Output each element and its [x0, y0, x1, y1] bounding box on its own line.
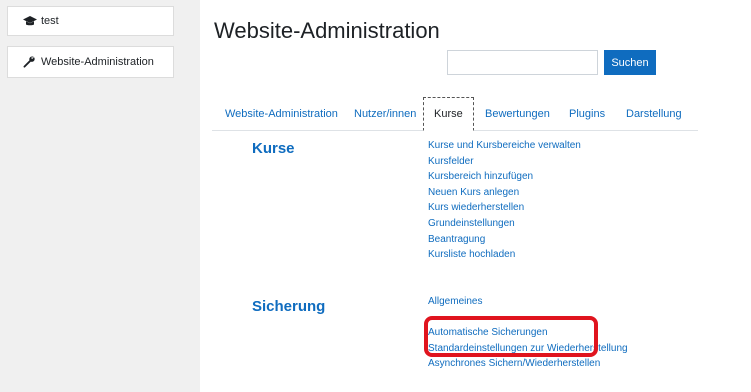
- list-item: Kursbereich hinzufügen: [428, 169, 581, 185]
- link-kursbereich-hinzufuegen[interactable]: Kursbereich hinzufügen: [428, 171, 533, 182]
- link-standardeinstellungen-wiederherstellung[interactable]: Standardeinstellungen zur Wiederherstell…: [428, 343, 628, 354]
- kurse-link-list: Kurse und Kursbereiche verwalten Kursfel…: [428, 138, 581, 263]
- sidebar-item-label: test: [41, 15, 59, 27]
- list-item: Standardeinstellungen zur Wiederherstell…: [428, 341, 628, 357]
- sicherung-link-list: Allgemeines: [428, 294, 482, 310]
- search-button[interactable]: Suchen: [604, 50, 656, 75]
- tab-nutzer-innen[interactable]: Nutzer/innen: [354, 97, 416, 130]
- tab-kurse[interactable]: Kurse: [423, 97, 474, 131]
- list-item: Automatische Sicherungen: [428, 325, 628, 341]
- link-kursfelder[interactable]: Kursfelder: [428, 156, 474, 167]
- search-input[interactable]: [447, 50, 598, 75]
- sicherung-link-list-continued: Automatische Sicherungen Standardeinstel…: [428, 325, 628, 372]
- link-kurse-verwalten[interactable]: Kurse und Kursbereiche verwalten: [428, 140, 581, 151]
- admin-tabs: Website-Administration Nutzer/innen Kurs…: [212, 97, 751, 131]
- page-title: Website-Administration: [214, 18, 440, 43]
- sidebar-item-label: Website-Administration: [41, 56, 154, 68]
- tab-plugins[interactable]: Plugins: [569, 97, 605, 130]
- list-item: Kursfelder: [428, 154, 581, 170]
- link-automatische-sicherungen[interactable]: Automatische Sicherungen: [428, 327, 548, 338]
- list-item: Allgemeines: [428, 294, 482, 310]
- sidebar: test Website-Administration: [0, 0, 200, 392]
- list-item: Grundeinstellungen: [428, 216, 581, 232]
- link-allgemeines[interactable]: Allgemeines: [428, 296, 482, 307]
- list-item: Kurs wiederherstellen: [428, 200, 581, 216]
- tab-darstellung[interactable]: Darstellung: [626, 97, 682, 130]
- section-title-kurse: Kurse: [252, 140, 295, 157]
- section-title-sicherung: Sicherung: [252, 298, 326, 315]
- link-neuen-kurs-anlegen[interactable]: Neuen Kurs anlegen: [428, 187, 519, 198]
- tab-website-administration[interactable]: Website-Administration: [225, 97, 338, 130]
- main-content: Website-Administration Suchen Website-Ad…: [200, 0, 751, 392]
- list-item: Neuen Kurs anlegen: [428, 185, 581, 201]
- graduation-cap-icon: [23, 15, 37, 27]
- tab-bewertungen[interactable]: Bewertungen: [485, 97, 550, 130]
- list-item: Kurse und Kursbereiche verwalten: [428, 138, 581, 154]
- wrench-icon: [23, 56, 37, 68]
- link-kursliste-hochladen[interactable]: Kursliste hochladen: [428, 249, 515, 260]
- sidebar-item-website-administration[interactable]: Website-Administration: [7, 46, 174, 78]
- sidebar-item-test[interactable]: test: [7, 6, 174, 36]
- link-grundeinstellungen[interactable]: Grundeinstellungen: [428, 218, 515, 229]
- list-item: Kursliste hochladen: [428, 247, 581, 263]
- list-item: Beantragung: [428, 232, 581, 248]
- link-kurs-wiederherstellen[interactable]: Kurs wiederherstellen: [428, 202, 524, 213]
- link-beantragung[interactable]: Beantragung: [428, 234, 485, 245]
- link-asynchrones-sichern[interactable]: Asynchrones Sichern/Wiederherstellen: [428, 358, 600, 369]
- list-item: Asynchrones Sichern/Wiederherstellen: [428, 356, 628, 372]
